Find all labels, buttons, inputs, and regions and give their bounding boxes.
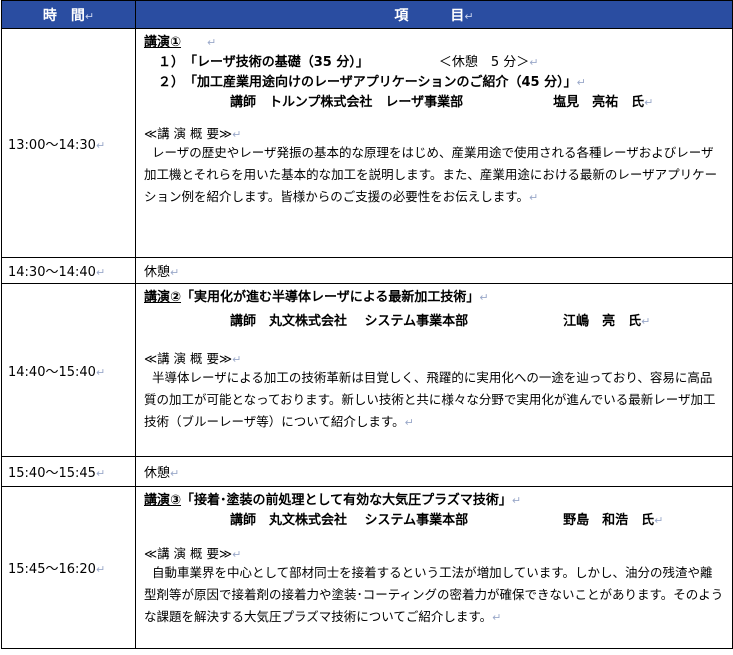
lecture-title: 「接着･塗装の前処理として有効な大気圧プラズマ技術」	[181, 493, 512, 508]
lecture-title: 「実用化が進む半導体レーザによる最新加工技術」	[181, 290, 480, 305]
time-header: 時 間↵	[1, 0, 136, 29]
lecture-label: 講演②	[144, 290, 182, 305]
time-cell: 14:30～14:40↵	[1, 257, 136, 284]
lecture-2-row: 14:40～15:40↵ 講演②「実用化が進む半導体レーザによる最新加工技術」↵…	[1, 283, 733, 457]
speaker-org: 講師 トルンプ株式会社 レーザ事業部	[230, 95, 464, 110]
time-cell: 15:45～16:20↵	[1, 486, 136, 649]
summary-heading: ≪講 演 概 要≫	[144, 351, 233, 366]
time-cell: 13:00～14:30↵	[1, 28, 136, 258]
talk-2-title: ２） 「加工産業用途向けのレーザアプリケーションのご紹介（45 分）」	[158, 75, 577, 90]
time-cell: 15:40～15:45↵	[1, 456, 136, 487]
lecture-label: 講演①	[144, 35, 182, 50]
speaker-name: 野島 和浩 氏	[563, 513, 655, 528]
break-cell: 休憩↵	[135, 257, 733, 284]
schedule-table: 時 間↵ 項 目↵ 13:00～14:30↵ 講演① ↵ １） 「レーザ技術の基…	[1, 0, 733, 649]
break-row: 15:40～15:45↵ 休憩↵	[1, 456, 733, 487]
break-cell: 休憩↵	[135, 456, 733, 487]
short-break: ＜休憩 5 分＞	[438, 55, 530, 70]
speaker-org: 講師 丸文株式会社 システム事業本部	[230, 513, 469, 528]
summary-text: レーザの歴史やレーザ発振の基本的な原理をはじめ、産業用途で使用される各種レーザお…	[144, 145, 718, 204]
time-cell: 14:40～15:40↵	[1, 283, 136, 457]
lecture-3-row: 15:45～16:20↵ 講演③「接着･塗装の前処理として有効な大気圧プラズマ技…	[1, 486, 733, 649]
header-row: 時 間↵ 項 目↵	[1, 0, 733, 29]
lecture-label: 講演③	[144, 493, 182, 508]
speaker-org: 講師 丸文株式会社 システム事業本部	[230, 314, 469, 329]
speaker-name: 江嶋 亮 氏	[563, 314, 642, 329]
lecture-2-content: 講演②「実用化が進む半導体レーザによる最新加工技術」↵ 講師 丸文株式会社 シス…	[135, 283, 733, 457]
item-header: 項 目↵	[135, 0, 733, 29]
lecture-1-content: 講演① ↵ １） 「レーザ技術の基礎（35 分）」 ＜休憩 5 分＞↵ ２） 「加…	[135, 28, 733, 258]
lecture-1-row: 13:00～14:30↵ 講演① ↵ １） 「レーザ技術の基礎（35 分）」 ＜休…	[1, 28, 733, 258]
break-row: 14:30～14:40↵ 休憩↵	[1, 257, 733, 284]
summary-text: 自動車業界を中心として部材同士を接着するという工法が増加しています。しかし、油分…	[144, 565, 724, 624]
summary-text: 半導体レーザによる加工の技術革新は目覚しく、飛躍的に実用化への一途を辿っており、…	[144, 370, 716, 429]
summary-heading: ≪講 演 概 要≫	[144, 546, 233, 561]
talk-1-title: １） 「レーザ技術の基礎（35 分）」	[158, 55, 369, 70]
lecture-3-content: 講演③「接着･塗装の前処理として有効な大気圧プラズマ技術」↵ 講師 丸文株式会社…	[135, 486, 733, 649]
summary-heading: ≪講 演 概 要≫	[144, 126, 233, 141]
speaker-name: 塩見 亮祐 氏	[553, 95, 645, 110]
